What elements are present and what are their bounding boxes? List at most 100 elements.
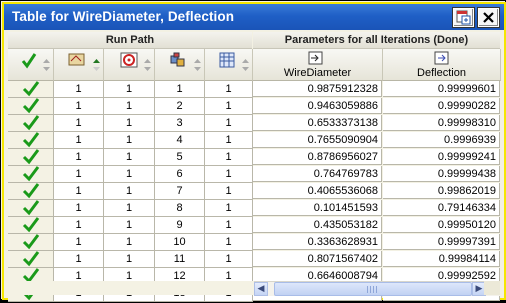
run-path-2-cell[interactable]: 1 bbox=[104, 81, 155, 98]
wire-diameter-cell[interactable]: 0.101451593 bbox=[253, 200, 382, 216]
wire-diameter-cell[interactable]: 0.435053182 bbox=[253, 217, 382, 233]
table-row[interactable]: 1 1 11 1 0.8071567402 0.99984114 bbox=[8, 251, 500, 268]
run-path-1-cell[interactable]: 1 bbox=[54, 217, 104, 234]
run-path-2-cell[interactable]: 1 bbox=[104, 115, 155, 132]
scroll-thumb[interactable] bbox=[274, 282, 472, 296]
run-path-1-cell[interactable]: 1 bbox=[54, 98, 104, 115]
table-row[interactable]: 1 1 8 1 0.101451593 0.79146334 bbox=[8, 200, 500, 217]
run-path-3-cell[interactable]: 4 bbox=[155, 132, 205, 149]
wire-diameter-cell[interactable]: 0.6533373138 bbox=[253, 115, 382, 131]
scroll-left-button[interactable]: ◀ bbox=[254, 282, 268, 296]
run-path-4-cell[interactable]: 1 bbox=[205, 166, 253, 183]
deflection-cell[interactable]: 0.99950120 bbox=[383, 217, 500, 233]
run-path-1-cell[interactable]: 1 bbox=[54, 149, 104, 166]
table-row[interactable]: 1 1 10 1 0.3363628931 0.99997391 bbox=[8, 234, 500, 251]
run-path-2-cell[interactable]: 1 bbox=[104, 98, 155, 115]
wire-diameter-cell[interactable]: 0.3363628931 bbox=[253, 234, 382, 250]
header-status[interactable] bbox=[8, 49, 54, 81]
run-path-1-cell[interactable]: 1 bbox=[54, 183, 104, 200]
run-path-3-cell[interactable]: 3 bbox=[155, 115, 205, 132]
status-cell[interactable] bbox=[8, 149, 54, 166]
deflection-cell[interactable]: 0.9996939 bbox=[383, 132, 500, 148]
deflection-cell[interactable]: 0.99997391 bbox=[383, 234, 500, 250]
status-cell[interactable] bbox=[8, 183, 54, 200]
status-cell[interactable] bbox=[8, 166, 54, 183]
table-row[interactable]: 1 1 5 1 0.8786956027 0.99999241 bbox=[8, 149, 500, 166]
table-row[interactable]: 1 1 6 1 0.764769783 0.99999438 bbox=[8, 166, 500, 183]
run-path-1-cell[interactable]: 1 bbox=[54, 234, 104, 251]
deflection-cell[interactable]: 0.99999241 bbox=[383, 149, 500, 165]
deflection-cell[interactable]: 0.99999601 bbox=[383, 81, 500, 97]
run-path-4-cell[interactable]: 1 bbox=[205, 81, 253, 98]
table-row[interactable]: 1 1 9 1 0.435053182 0.99950120 bbox=[8, 217, 500, 234]
run-path-4-cell[interactable]: 1 bbox=[205, 251, 253, 268]
table-row[interactable]: 1 1 4 1 0.7655090904 0.9996939 bbox=[8, 132, 500, 149]
deflection-cell[interactable]: 0.79146334 bbox=[383, 200, 500, 216]
header-run-path-3[interactable] bbox=[155, 49, 205, 81]
wire-diameter-cell[interactable]: 0.9875912328 bbox=[253, 81, 382, 97]
horizontal-scrollbar[interactable]: ◀ ▶ bbox=[254, 281, 500, 296]
deflection-cell[interactable]: 0.99999438 bbox=[383, 166, 500, 182]
status-cell[interactable] bbox=[8, 234, 54, 251]
header-run-path-4[interactable] bbox=[205, 49, 253, 81]
run-path-1-cell[interactable]: 1 bbox=[54, 166, 104, 183]
deflection-cell[interactable]: 0.99984114 bbox=[383, 251, 500, 267]
run-path-3-cell[interactable]: 9 bbox=[155, 217, 205, 234]
run-path-3-cell[interactable]: 10 bbox=[155, 234, 205, 251]
wire-diameter-cell[interactable]: 0.8071567402 bbox=[253, 251, 382, 267]
run-path-2-cell[interactable]: 1 bbox=[104, 132, 155, 149]
run-path-2-cell[interactable]: 1 bbox=[104, 251, 155, 268]
run-path-3-cell[interactable]: 2 bbox=[155, 98, 205, 115]
run-path-1-cell[interactable]: 1 bbox=[54, 132, 104, 149]
table-row[interactable]: 1 1 3 1 0.6533373138 0.99998310 bbox=[8, 115, 500, 132]
deflection-cell[interactable]: 0.99990282 bbox=[383, 98, 500, 114]
table-row[interactable]: 1 1 1 1 0.9875912328 0.99999601 bbox=[8, 81, 500, 98]
status-cell[interactable] bbox=[8, 115, 54, 132]
run-path-3-cell[interactable]: 8 bbox=[155, 200, 205, 217]
run-path-3-cell[interactable]: 1 bbox=[155, 81, 205, 98]
deflection-cell[interactable]: 0.99998310 bbox=[383, 115, 500, 131]
table-row[interactable]: 1 1 7 1 0.4065536068 0.99862019 bbox=[8, 183, 500, 200]
run-path-1-cell[interactable]: 1 bbox=[54, 115, 104, 132]
status-cell[interactable] bbox=[8, 251, 54, 268]
status-cell[interactable] bbox=[8, 132, 54, 149]
deflection-cell[interactable]: 0.99862019 bbox=[383, 183, 500, 199]
run-path-2-cell[interactable]: 1 bbox=[104, 149, 155, 166]
wire-diameter-cell[interactable]: 0.4065536068 bbox=[253, 183, 382, 199]
run-path-3-cell[interactable]: 5 bbox=[155, 149, 205, 166]
run-path-2-cell[interactable]: 1 bbox=[104, 217, 155, 234]
header-run-path-1[interactable] bbox=[54, 49, 104, 81]
header-run-path-2[interactable] bbox=[104, 49, 155, 81]
run-path-3-cell[interactable]: 6 bbox=[155, 166, 205, 183]
run-path-4-cell[interactable]: 1 bbox=[205, 98, 253, 115]
run-path-4-cell[interactable]: 1 bbox=[205, 115, 253, 132]
run-path-1-cell[interactable]: 1 bbox=[54, 200, 104, 217]
run-path-3-cell[interactable]: 11 bbox=[155, 251, 205, 268]
run-path-2-cell[interactable]: 1 bbox=[104, 166, 155, 183]
run-path-2-cell[interactable]: 1 bbox=[104, 183, 155, 200]
run-path-4-cell[interactable]: 1 bbox=[205, 200, 253, 217]
wire-diameter-cell[interactable]: 0.8786956027 bbox=[253, 149, 382, 165]
wire-diameter-cell[interactable]: 0.7655090904 bbox=[253, 132, 382, 148]
header-deflection[interactable]: Deflection bbox=[383, 49, 501, 81]
wire-diameter-cell[interactable]: 0.9463059886 bbox=[253, 98, 382, 114]
run-path-3-cell[interactable]: 7 bbox=[155, 183, 205, 200]
run-path-2-cell[interactable]: 1 bbox=[104, 234, 155, 251]
status-cell[interactable] bbox=[8, 217, 54, 234]
run-path-4-cell[interactable]: 1 bbox=[205, 183, 253, 200]
run-path-4-cell[interactable]: 1 bbox=[205, 149, 253, 166]
run-path-1-cell[interactable]: 1 bbox=[54, 81, 104, 98]
status-cell[interactable] bbox=[8, 81, 54, 98]
close-button[interactable] bbox=[478, 8, 499, 27]
run-path-4-cell[interactable]: 1 bbox=[205, 217, 253, 234]
export-button[interactable] bbox=[453, 8, 474, 27]
wire-diameter-cell[interactable]: 0.764769783 bbox=[253, 166, 382, 182]
header-wire-diameter[interactable]: WireDiameter bbox=[253, 49, 383, 81]
status-cell[interactable] bbox=[8, 98, 54, 115]
table-row[interactable]: 1 1 2 1 0.9463059886 0.99990282 bbox=[8, 98, 500, 115]
title-bar[interactable]: Table for WireDiameter, Deflection bbox=[4, 4, 504, 30]
run-path-4-cell[interactable]: 1 bbox=[205, 234, 253, 251]
run-path-2-cell[interactable]: 1 bbox=[104, 200, 155, 217]
run-path-1-cell[interactable]: 1 bbox=[54, 251, 104, 268]
status-cell[interactable] bbox=[8, 200, 54, 217]
